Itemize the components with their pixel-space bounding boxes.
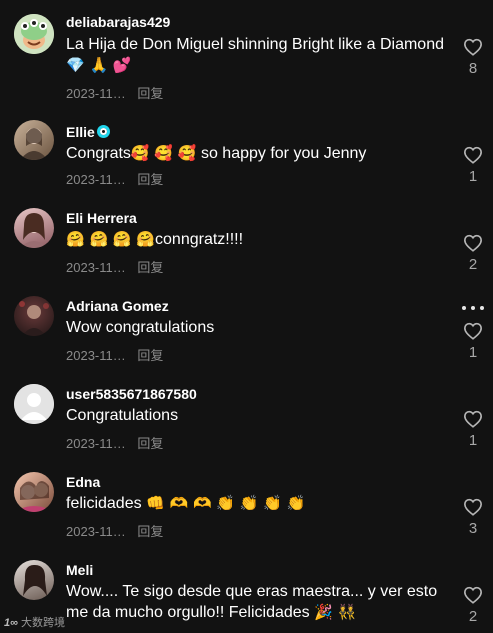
comment-body: Congratulations <box>66 407 179 424</box>
alien-avatar-icon <box>14 14 54 54</box>
heart-outline-icon <box>463 38 483 56</box>
like-count: 2 <box>468 256 478 273</box>
comment-meta: 2023-11… 回复 <box>66 433 163 452</box>
comment-emojis: 💎 🙏 💕 <box>66 56 132 74</box>
like-button[interactable]: 8 <box>458 38 488 77</box>
comment-date: 2023-11… <box>66 524 126 539</box>
comment-meta: 2023-11… 回复 <box>66 345 163 364</box>
comment-body-after: so happy for you Jenny <box>196 145 367 162</box>
like-count: 2 <box>468 608 478 625</box>
reply-button[interactable]: 回复 <box>137 524 163 539</box>
username[interactable]: Edna <box>66 474 100 490</box>
like-button[interactable]: 2 <box>458 234 488 273</box>
comment-text: Wow congratulations <box>66 317 451 338</box>
comment-body: Wow.... Te sigo desde que eras maestra..… <box>66 583 438 621</box>
reply-button[interactable]: 回复 <box>137 172 163 187</box>
heart-outline-icon <box>463 586 483 604</box>
username[interactable]: Meli <box>66 562 93 578</box>
user-photo-icon <box>23 564 47 596</box>
comment-date: 2023-11… <box>66 172 126 187</box>
comment-meta: 2023-11… 回复 <box>66 83 163 102</box>
verified-badge-icon <box>96 125 110 138</box>
like-button[interactable]: 3 <box>458 498 488 537</box>
watermark: 1∞ 大数跨境 <box>4 614 65 630</box>
watermark-logo: 1∞ <box>4 617 18 629</box>
comment-body: Wow congratulations <box>66 319 215 336</box>
comment-body: Congrats <box>66 145 131 162</box>
comment-item: user5835671867580 Congratulations 2023-1… <box>0 369 493 457</box>
comment-text: La Hija de Don Miguel shinning Bright li… <box>66 34 451 76</box>
heart-outline-icon <box>463 234 483 252</box>
like-count: 1 <box>468 344 478 361</box>
avatar[interactable] <box>14 208 54 248</box>
comment-emojis: 🎉 👯 <box>314 603 357 621</box>
avatar[interactable] <box>14 14 54 54</box>
comment-date: 2023-11… <box>66 348 126 363</box>
comment-text: Congrats🥰 🥰 🥰 so happy for you Jenny <box>66 143 451 164</box>
comment-emojis: 👊 🫶 🫶 👏 👏 👏 👏 <box>146 494 306 512</box>
comment-text: Congratulations <box>66 405 451 426</box>
heart-outline-icon <box>463 322 483 340</box>
like-count: 1 <box>468 168 478 185</box>
like-count: 8 <box>468 60 478 77</box>
username[interactable]: user5835671867580 <box>66 386 197 402</box>
comment-item: deliabarajas429 La Hija de Don Miguel sh… <box>0 0 493 105</box>
comment-item: Edna felicidades 👊 🫶 🫶 👏 👏 👏 👏 2023-11… … <box>0 457 493 545</box>
avatar[interactable] <box>14 472 54 512</box>
username[interactable]: Adriana Gomez <box>66 298 169 314</box>
comment-text: felicidades 👊 🫶 🫶 👏 👏 👏 👏 <box>66 493 451 514</box>
comment-meta: 2023-11… 回复 <box>66 257 163 276</box>
username[interactable]: Eli Herrera <box>66 210 137 226</box>
username-text: Ellie <box>66 124 95 140</box>
reply-button[interactable]: 回复 <box>137 436 163 451</box>
user-photo-icon <box>19 301 49 336</box>
comment-text: Wow.... Te sigo desde que eras maestra..… <box>66 581 451 623</box>
comment-date: 2023-11… <box>66 86 126 101</box>
comment-item: Meli Wow.... Te sigo desde que eras maes… <box>0 545 493 633</box>
more-dots-icon <box>462 306 466 310</box>
comment-date: 2023-11… <box>66 260 126 275</box>
comment-date: 2023-11… <box>66 436 126 451</box>
comment-item: Ellie Congrats🥰 🥰 🥰 so happy for you Jen… <box>0 105 493 193</box>
user-photo-icon <box>20 128 48 160</box>
comment-emojis: 🤗 🤗 🤗 🤗 <box>66 230 156 248</box>
reply-button[interactable]: 回复 <box>137 260 163 275</box>
username[interactable]: deliabarajas429 <box>66 14 170 30</box>
heart-outline-icon <box>463 498 483 516</box>
like-button[interactable]: 1 <box>458 146 488 185</box>
avatar[interactable] <box>14 560 54 600</box>
more-options-button[interactable] <box>462 303 484 313</box>
like-count: 1 <box>468 432 478 449</box>
comment-text: 🤗 🤗 🤗 🤗conngratz!!!! <box>66 229 451 250</box>
like-button[interactable]: 1 <box>458 410 488 449</box>
comment-item: Adriana Gomez Wow congratulations 2023-1… <box>0 281 493 369</box>
comment-emojis: 🥰 🥰 🥰 <box>130 144 197 162</box>
user-photo-icon <box>20 213 48 248</box>
like-count: 3 <box>468 520 478 537</box>
avatar[interactable] <box>14 384 54 424</box>
watermark-text: 大数跨境 <box>20 617 65 629</box>
avatar[interactable] <box>14 120 54 160</box>
like-button[interactable]: 1 <box>458 322 488 361</box>
like-button[interactable]: 2 <box>458 586 488 625</box>
heart-outline-icon <box>463 410 483 428</box>
comment-item: Eli Herrera 🤗 🤗 🤗 🤗conngratz!!!! 2023-11… <box>0 193 493 281</box>
user-photo-icon <box>14 481 54 512</box>
comment-body: felicidades <box>66 495 142 512</box>
comment-body: conngratz!!!! <box>155 231 244 248</box>
more-dots-icon <box>480 306 484 310</box>
avatar[interactable] <box>14 296 54 336</box>
more-dots-icon <box>471 306 475 310</box>
comment-body: La Hija de Don Miguel shinning Bright li… <box>66 36 444 53</box>
comment-meta: 2023-11… 回复 <box>66 169 163 188</box>
heart-outline-icon <box>463 146 483 164</box>
comment-meta: 2023-11… 回复 <box>66 521 163 540</box>
reply-button[interactable]: 回复 <box>137 86 163 101</box>
default-avatar-icon <box>14 384 54 424</box>
username[interactable]: Ellie <box>66 124 110 140</box>
reply-button[interactable]: 回复 <box>137 348 163 363</box>
